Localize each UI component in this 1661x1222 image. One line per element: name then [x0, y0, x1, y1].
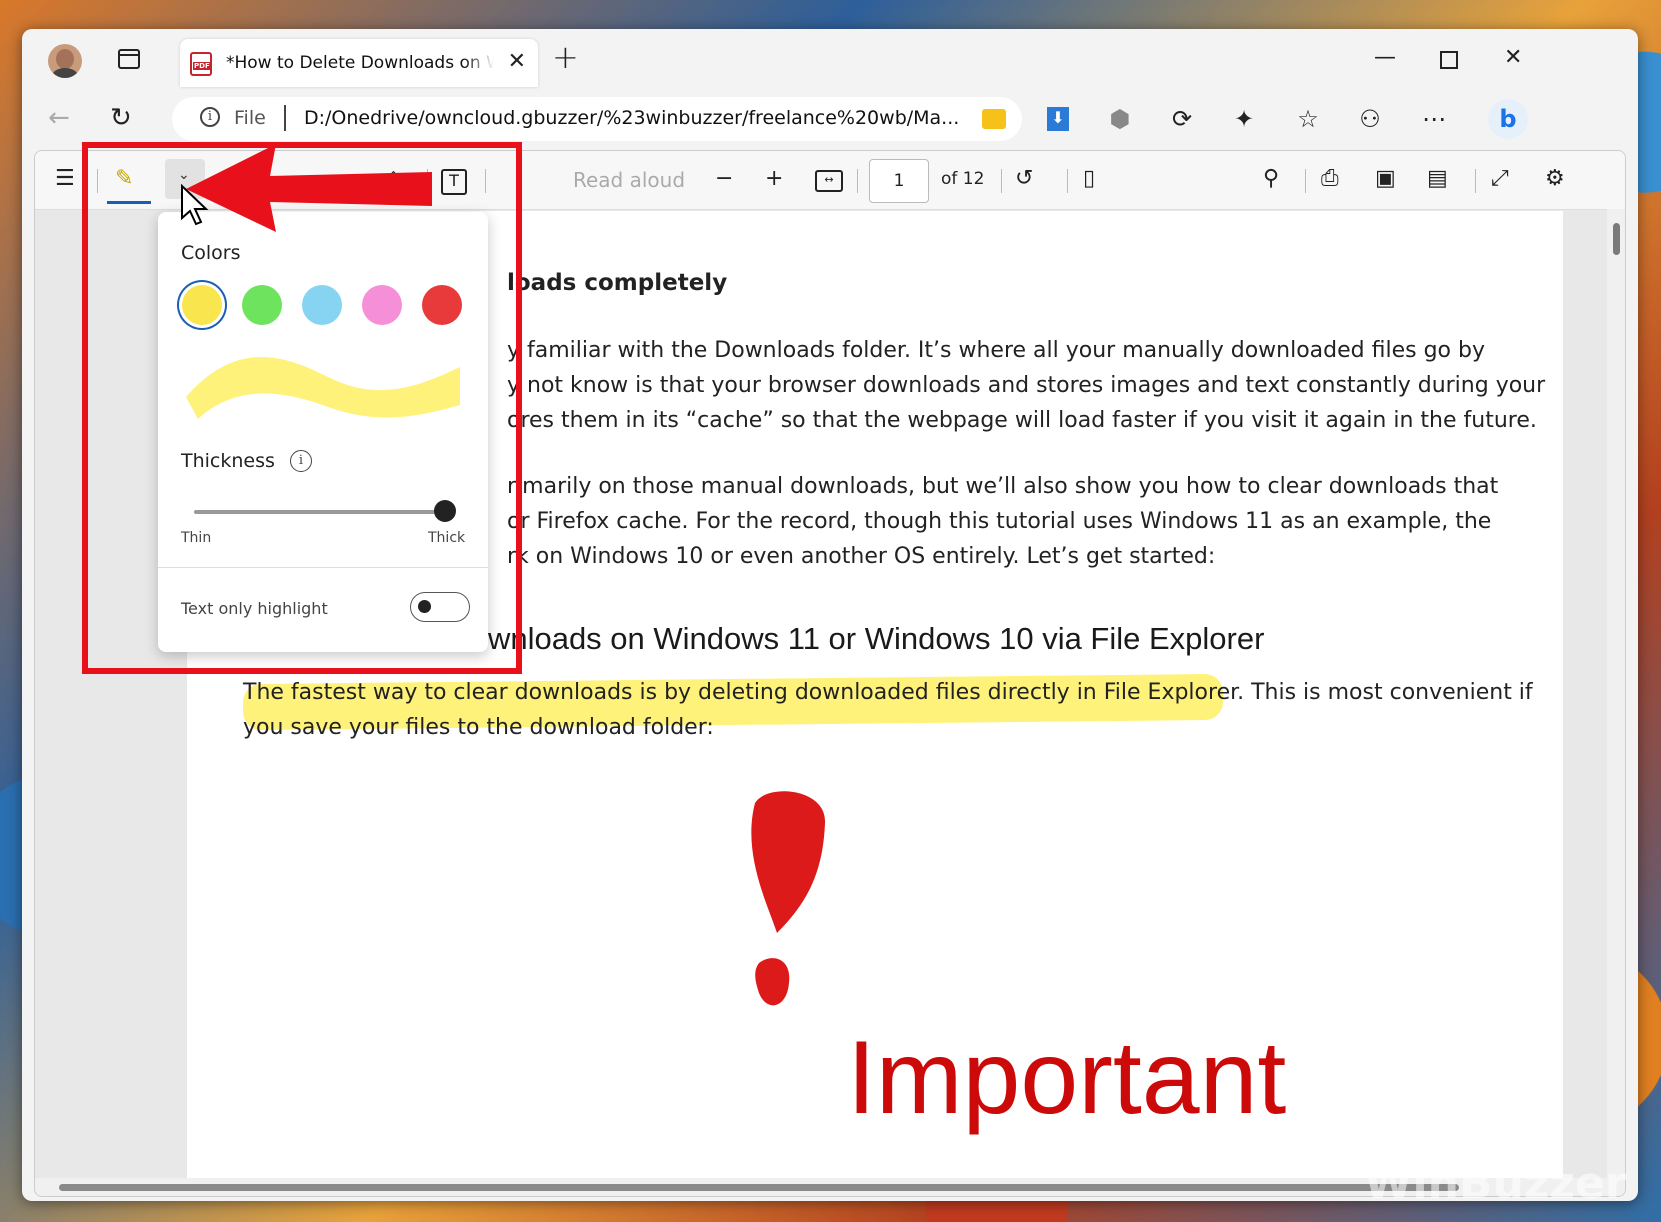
- title-bar: PDF *How to Delete Downloads on Windows …: [22, 29, 1638, 91]
- extensions-puzzle-icon[interactable]: ✦: [1230, 105, 1258, 133]
- shield-extension-icon[interactable]: ⬢: [1106, 105, 1134, 133]
- address-bar[interactable]: i File D:/Onedrive/owncloud.gbuzzer/%23w…: [172, 97, 1022, 141]
- highlighted-text: The fastest way to clear downloads is by…: [243, 680, 1533, 705]
- scrollbar-thumb[interactable]: [59, 1184, 1459, 1191]
- profile-avatar[interactable]: [48, 44, 82, 78]
- download-extension-icon[interactable]: ⬇: [1044, 105, 1072, 133]
- back-arrow-icon[interactable]: ←: [48, 103, 70, 133]
- toolbar-divider: [1305, 169, 1306, 193]
- more-options-icon[interactable]: ⋯: [1420, 105, 1448, 133]
- read-aloud-button[interactable]: Read aloud: [573, 168, 685, 192]
- scrollbar-thumb[interactable]: [1613, 223, 1620, 255]
- fullscreen-icon[interactable]: ⤢: [1491, 167, 1509, 191]
- toolbar-divider: [1067, 169, 1068, 193]
- tab-active[interactable]: PDF *How to Delete Downloads on Windows …: [180, 39, 538, 87]
- paragraph-line: or Firefox cache. For the record, though…: [507, 509, 1492, 534]
- favorites-icon[interactable]: ☆: [1294, 105, 1322, 133]
- page-number-input[interactable]: 1: [869, 159, 929, 203]
- toolbar-divider: [857, 169, 858, 193]
- password-extension-icon[interactable]: [980, 105, 1008, 133]
- info-icon[interactable]: i: [200, 107, 220, 127]
- url-text[interactable]: D:/Onedrive/owncloud.gbuzzer/%23winbuzze…: [304, 107, 959, 129]
- page-total: of 12: [941, 169, 985, 189]
- close-window-icon[interactable]: ✕: [1504, 45, 1522, 70]
- fit-to-width-icon[interactable]: ↔: [815, 170, 843, 192]
- paragraph-line: rk on Windows 10 or even another OS enti…: [507, 544, 1216, 569]
- zoom-in-icon[interactable]: +: [765, 167, 783, 191]
- minimize-icon[interactable]: —: [1374, 45, 1396, 70]
- tab-actions-icon[interactable]: [118, 49, 140, 69]
- navigation-bar: ← ↻ i File D:/Onedrive/owncloud.gbuzzer/…: [22, 91, 1638, 149]
- section-heading-partial: loads completely: [507, 270, 728, 296]
- rotate-icon[interactable]: ↺: [1015, 167, 1033, 191]
- save-as-icon[interactable]: ▤: [1427, 167, 1448, 191]
- paragraph-line: you save your files to the download fold…: [243, 715, 714, 740]
- maximize-icon[interactable]: [1440, 51, 1458, 69]
- address-prefix: File: [234, 107, 266, 129]
- sync-extension-icon[interactable]: ⟳: [1168, 105, 1196, 133]
- exclamation-mark-icon: [751, 791, 826, 1006]
- zoom-out-icon[interactable]: −: [715, 167, 733, 191]
- mouse-cursor-icon: [181, 184, 209, 226]
- paragraph-line: ores them in its “cache” so that the web…: [507, 408, 1537, 433]
- paragraph-line: y not know is that your browser download…: [507, 373, 1546, 398]
- address-separator: [284, 105, 286, 131]
- red-arrow-icon: [186, 144, 432, 232]
- tab-title: *How to Delete Downloads on Windows 11: [226, 53, 494, 73]
- close-tab-icon[interactable]: ✕: [508, 51, 526, 73]
- copilot-icon[interactable]: b: [1488, 99, 1528, 139]
- important-label: Important: [847, 1020, 1287, 1136]
- vertical-scrollbar[interactable]: [1607, 209, 1625, 1196]
- refresh-icon[interactable]: ↻: [110, 103, 132, 133]
- watermark: WinBuzzer: [1364, 1158, 1627, 1209]
- print-icon[interactable]: ⎙: [1321, 167, 1339, 191]
- save-icon[interactable]: ▣: [1375, 167, 1396, 191]
- new-tab-icon[interactable]: +: [552, 41, 579, 73]
- search-icon[interactable]: ⚲: [1263, 167, 1279, 191]
- pdf-file-icon: PDF: [190, 52, 212, 76]
- toolbar-divider: [1001, 169, 1002, 193]
- settings-gear-icon[interactable]: ⚙: [1545, 167, 1565, 191]
- paragraph-line: y familiar with the Downloads folder. It…: [507, 338, 1485, 363]
- table-of-contents-icon[interactable]: ☰: [55, 167, 75, 191]
- collections-icon[interactable]: ⚇: [1356, 105, 1384, 133]
- paragraph-line: rimarily on those manual downloads, but …: [507, 474, 1499, 499]
- page-view-icon[interactable]: ▯: [1083, 167, 1095, 191]
- toolbar-divider: [1475, 169, 1476, 193]
